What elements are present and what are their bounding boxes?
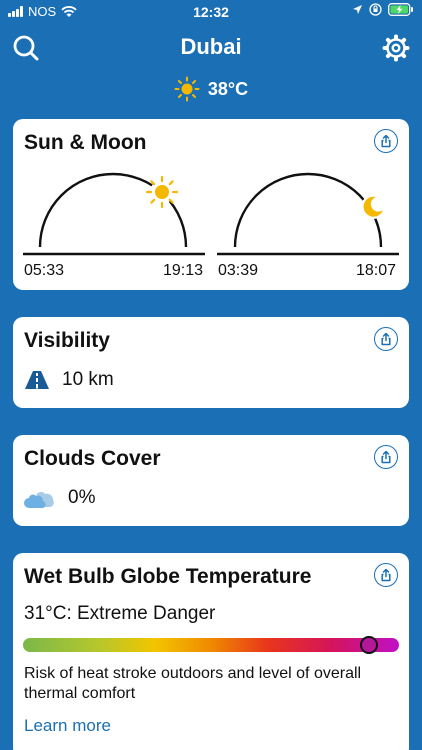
sun-moon-title: Sun & Moon — [24, 131, 147, 154]
sun-moon-share-button[interactable] — [374, 129, 398, 153]
moonset-time: 18:07 — [356, 262, 397, 279]
clouds-row: 0% — [24, 487, 95, 509]
battery-charging-icon — [388, 3, 413, 16]
current-weather: 38°C — [0, 76, 422, 102]
settings-button[interactable] — [380, 32, 412, 64]
share-icon — [381, 450, 391, 464]
location-arrow-icon — [353, 5, 362, 14]
share-icon — [381, 332, 391, 346]
wbgt-scale-marker — [360, 636, 378, 654]
current-temperature: 38°C — [207, 78, 249, 99]
road-icon — [25, 371, 49, 389]
cloud-icon — [24, 492, 54, 509]
clouds-value: 0% — [68, 487, 96, 508]
sun-moon-card: Sun & Moon 05:33 19:13 03:39 18:07 — [13, 119, 409, 290]
visibility-title: Visibility — [24, 329, 110, 352]
city-title: Dubai — [180, 34, 242, 59]
clouds-title: Clouds Cover — [24, 447, 161, 470]
sun-icon — [174, 76, 200, 102]
visibility-share-button[interactable] — [374, 327, 398, 351]
sun-position-icon — [145, 175, 179, 209]
visibility-value: 10 km — [62, 369, 114, 390]
moon-position-icon — [361, 195, 385, 219]
wbgt-scale-bar — [23, 638, 399, 652]
wbgt-level: 31°C: Extreme Danger — [24, 603, 216, 624]
sunrise-time: 05:33 — [24, 262, 65, 279]
sun-moon-diagram — [23, 172, 399, 256]
wbgt-card: Wet Bulb Globe Temperature 31°C: Extreme… — [13, 553, 409, 750]
header: Dubai — [0, 26, 422, 70]
share-icon — [381, 568, 391, 582]
clouds-card: Clouds Cover 0% — [13, 435, 409, 526]
gear-icon — [382, 34, 410, 62]
visibility-row: 10 km — [24, 369, 114, 391]
clouds-share-button[interactable] — [374, 445, 398, 469]
wbgt-title: Wet Bulb Globe Temperature — [24, 565, 312, 588]
status-bar: NOS 12:32 — [0, 0, 422, 22]
status-right — [352, 3, 414, 16]
moonrise-time: 03:39 — [218, 262, 259, 279]
share-icon — [381, 134, 391, 148]
visibility-card: Visibility 10 km — [13, 317, 409, 408]
wbgt-description: Risk of heat stroke outdoors and level o… — [24, 665, 362, 702]
sunset-time: 19:13 — [163, 262, 204, 279]
learn-more-link[interactable]: Learn more — [24, 716, 111, 736]
wbgt-share-button[interactable] — [374, 563, 398, 587]
orientation-lock-icon — [369, 3, 382, 16]
moon-arc — [233, 172, 383, 248]
